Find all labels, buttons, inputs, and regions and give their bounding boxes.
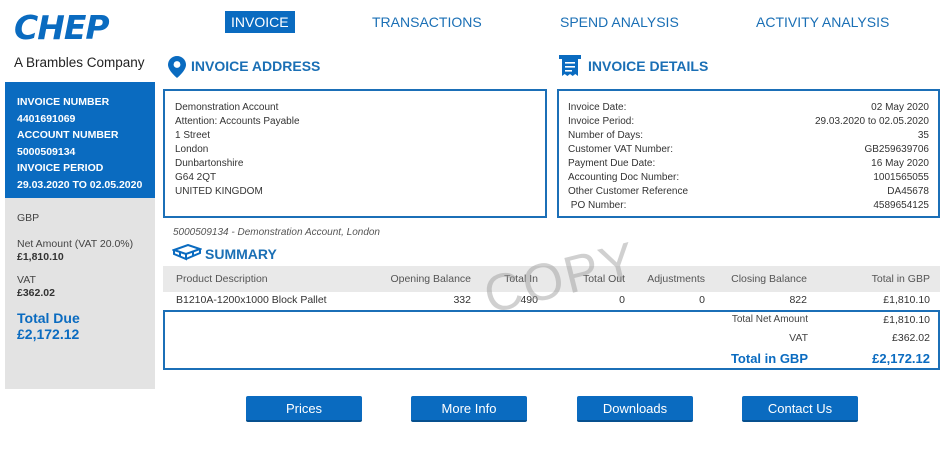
tab-transactions[interactable]: TRANSACTIONS xyxy=(372,11,482,33)
invoice-address-title: INVOICE ADDRESS xyxy=(191,58,321,74)
totals-vat-label: VAT xyxy=(789,332,808,344)
total-due: £2,172.12 xyxy=(17,326,80,342)
chep-logo: CHEP xyxy=(14,8,110,47)
detail-row: Number of Days: 35 xyxy=(568,129,929,143)
detail-label: Accounting Doc Number: xyxy=(568,172,680,183)
net-amount-label: Net Amount (VAT 20.0%) xyxy=(17,238,134,250)
contact-us-button[interactable]: Contact Us xyxy=(742,396,858,422)
account-number-label: ACCOUNT NUMBER xyxy=(17,129,119,141)
detail-value: 1001565055 xyxy=(873,172,929,183)
column-header: Total in GBP xyxy=(871,273,930,285)
currency: GBP xyxy=(17,212,40,224)
summary-title: SUMMARY xyxy=(205,246,277,262)
detail-row: Payment Due Date: 16 May 2020 xyxy=(568,157,929,171)
address-line: UNITED KINGDOM xyxy=(175,186,263,197)
receipt-icon xyxy=(559,54,581,78)
detail-value: 02 May 2020 xyxy=(871,102,929,113)
detail-value: DA45678 xyxy=(887,186,929,197)
closing-balance: 822 xyxy=(789,294,807,306)
address-line: 1 Street xyxy=(175,130,211,141)
invoice-number: 4401691069 xyxy=(17,112,76,125)
address-line: G64 2QT xyxy=(175,172,217,183)
tab-activity-analysis[interactable]: ACTIVITY ANALYSIS xyxy=(756,11,889,33)
column-header: Closing Balance xyxy=(731,273,807,285)
grand-total-label: Total in GBP xyxy=(730,351,808,366)
adjustments: 0 xyxy=(699,294,705,306)
prices-button[interactable]: Prices xyxy=(246,396,362,422)
more-info-button[interactable]: More Info xyxy=(411,396,527,422)
totals-box: Total Net Amount £1,810.10 VAT £362.02 T… xyxy=(163,310,940,370)
address-line: Demonstration Account xyxy=(175,102,279,113)
total-net-amount: £1,810.10 xyxy=(883,314,930,326)
detail-row: Invoice Date: 02 May 2020 xyxy=(568,101,929,115)
column-header: Opening Balance xyxy=(390,273,471,285)
detail-label: Customer VAT Number: xyxy=(568,144,674,155)
detail-value: 16 May 2020 xyxy=(871,158,929,169)
detail-value: GB259639706 xyxy=(864,144,929,155)
row-total-gbp: £1,810.10 xyxy=(883,294,930,306)
detail-value: 29.03.2020 to 02.05.2020 xyxy=(815,116,929,127)
invoice-number-label: INVOICE NUMBER xyxy=(17,96,110,108)
address-line: London xyxy=(175,144,209,155)
invoice-address-box: Demonstration Account Attention: Account… xyxy=(163,89,547,218)
detail-row: PO Number: 4589654125 xyxy=(568,199,929,213)
opening-balance: 332 xyxy=(453,294,471,306)
invoice-summary-panel: INVOICE NUMBER 4401691069 ACCOUNT NUMBER… xyxy=(5,82,155,198)
brand-tagline: A Brambles Company xyxy=(14,55,145,70)
tab-invoice[interactable]: INVOICE xyxy=(225,11,295,33)
detail-row: Customer VAT Number: GB259639706 xyxy=(568,143,929,157)
net-amount: £1,810.10 xyxy=(17,251,64,263)
address-line: Attention: Accounts Payable xyxy=(175,116,300,127)
detail-value: 35 xyxy=(917,130,929,141)
invoice-details-box: Invoice Date: 02 May 2020 Invoice Period:… xyxy=(557,89,940,218)
detail-value: 4589654125 xyxy=(873,200,929,211)
detail-label: Invoice Period: xyxy=(568,116,635,127)
detail-row: Accounting Doc Number: 1001565055 xyxy=(568,171,929,185)
invoice-period: 29.03.2020 TO 02.05.2020 xyxy=(17,178,143,191)
invoice-period-label: INVOICE PERIOD xyxy=(17,162,104,174)
downloads-button[interactable]: Downloads xyxy=(577,396,693,422)
tab-spend-analysis[interactable]: SPEND ANALYSIS xyxy=(560,11,679,33)
grand-total-amount: £2,172.12 xyxy=(872,351,930,366)
detail-row: Invoice Period: 29.03.2020 to 02.05.2020 xyxy=(568,115,929,129)
address-line: Dunbartonshire xyxy=(175,158,244,169)
vat-label: VAT xyxy=(17,274,36,286)
detail-label: PO Number: xyxy=(568,200,627,211)
invoice-details-title: INVOICE DETAILS xyxy=(588,58,709,74)
account-number: 5000509134 xyxy=(17,145,76,158)
totals-vat-amount: £362.02 xyxy=(892,332,930,344)
product-description: B1210A-1200x1000 Block Pallet xyxy=(176,294,327,306)
account-caption: 5000509134 - Demonstration Account, Lond… xyxy=(173,227,380,238)
pallet-icon xyxy=(170,243,204,262)
column-header: Product Description xyxy=(176,273,268,285)
detail-label: Invoice Date: xyxy=(568,102,627,113)
location-pin-icon xyxy=(168,56,186,78)
vat-amount: £362.02 xyxy=(17,287,55,299)
total-due-label: Total Due xyxy=(17,310,80,326)
detail-label: Other Customer Reference xyxy=(568,186,689,197)
total-net-label: Total Net Amount xyxy=(731,314,808,325)
detail-label: Payment Due Date: xyxy=(568,158,656,169)
detail-row: Other Customer Reference DA45678 xyxy=(568,185,929,199)
amount-panel: GBP Net Amount (VAT 20.0%) £1,810.10 VAT… xyxy=(5,198,155,389)
detail-label: Number of Days: xyxy=(568,130,644,141)
